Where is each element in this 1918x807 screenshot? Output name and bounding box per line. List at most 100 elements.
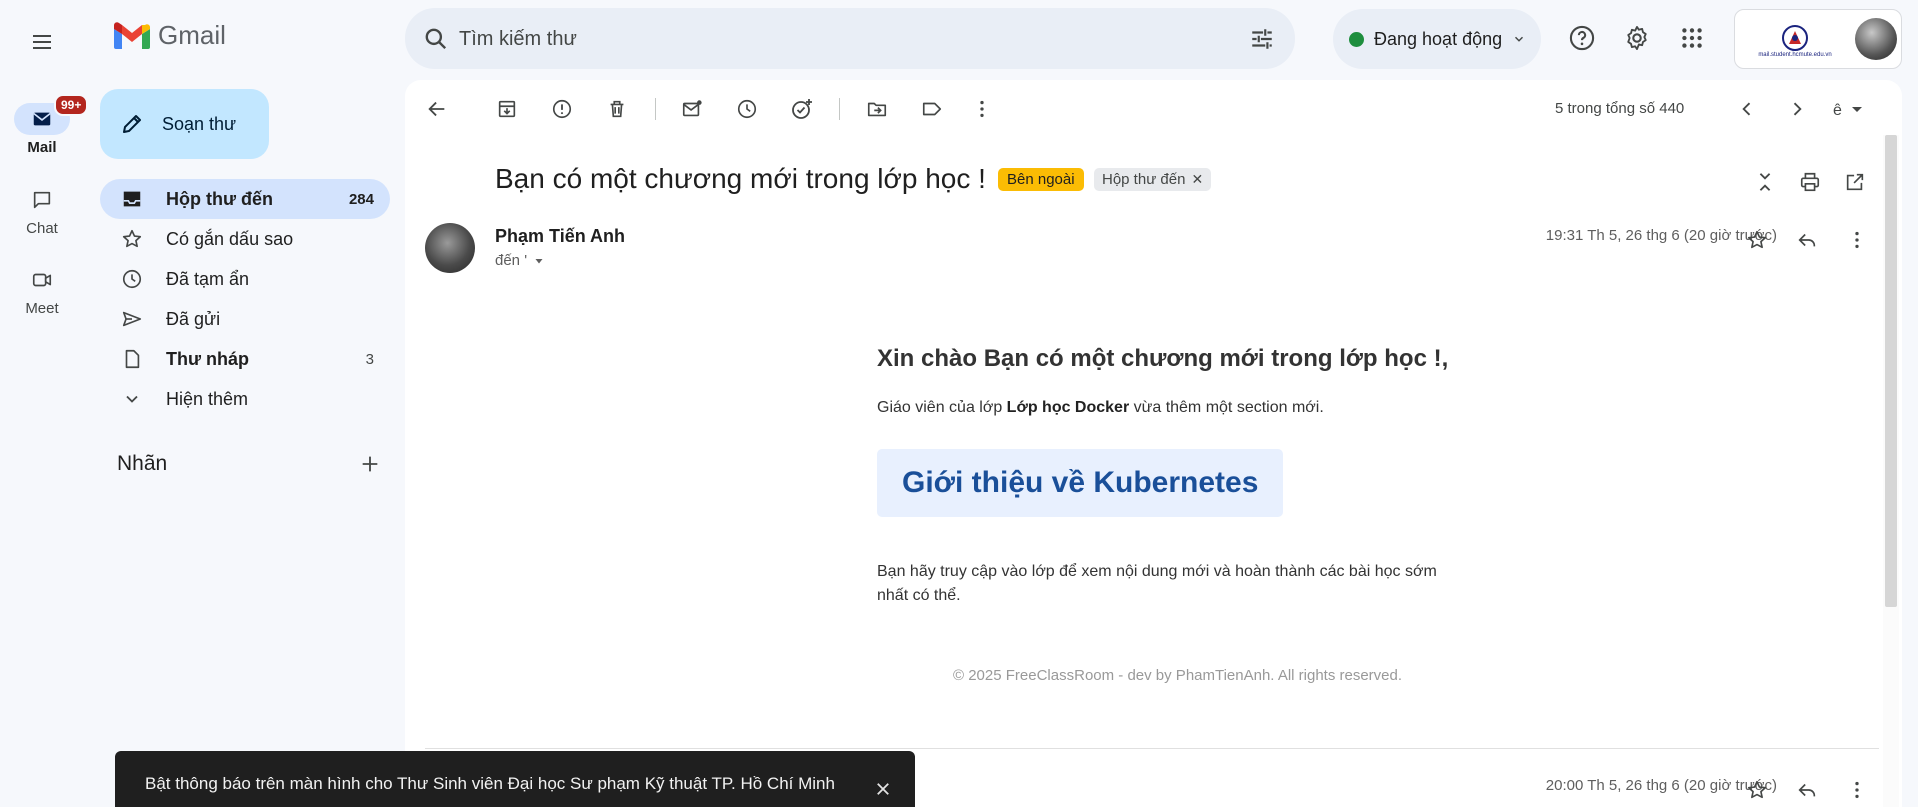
star-button[interactable] xyxy=(1737,220,1777,260)
add-label-icon[interactable] xyxy=(359,453,381,475)
toast-text: Bật thông báo trên màn hình cho Thư Sinh… xyxy=(145,774,835,793)
mark-unread-button[interactable] xyxy=(672,89,712,129)
more-vert-icon xyxy=(980,100,984,118)
star-icon xyxy=(1747,780,1767,799)
nav-item-drafts[interactable]: Thư nháp 3 xyxy=(100,339,390,379)
apps-button[interactable] xyxy=(1672,18,1712,58)
rail-item-chat[interactable]: Chat xyxy=(0,184,84,237)
videocam-icon xyxy=(32,273,52,287)
close-icon xyxy=(877,783,889,795)
compose-button[interactable]: Soạn thư xyxy=(100,89,269,159)
status-label: Đang hoạt động xyxy=(1374,28,1503,49)
add-to-tasks-button[interactable] xyxy=(782,89,822,129)
chat-icon xyxy=(33,191,51,209)
older-button[interactable] xyxy=(1777,89,1817,129)
message-view: 5 trong tổng số 440 ê Bạn có một chương … xyxy=(405,80,1902,807)
app-rail: 99+ Mail Chat Meet xyxy=(0,0,89,807)
remove-label-icon[interactable]: ✕ xyxy=(1191,171,1203,188)
search-options-icon[interactable] xyxy=(1249,26,1275,52)
message-more-button[interactable] xyxy=(1837,220,1877,260)
support-button[interactable] xyxy=(1562,18,1602,58)
email-note: Bạn hãy truy cập vào lớp để xem nội dung… xyxy=(877,563,1437,604)
account-avatar[interactable] xyxy=(1855,18,1897,60)
pencil-icon xyxy=(123,115,141,133)
unread-badge: 99+ xyxy=(54,94,89,116)
snooze-button[interactable] xyxy=(727,89,767,129)
organization-logo: mail.student.hcmute.edu.vn xyxy=(1747,18,1843,64)
email-subject: Bạn có một chương mới trong lớp học ! xyxy=(495,163,986,194)
status-selector[interactable]: Đang hoạt động xyxy=(1333,9,1541,69)
more-vert-icon xyxy=(1855,231,1859,249)
toast-close-button[interactable] xyxy=(865,771,901,807)
recipient-line[interactable]: đến ' xyxy=(495,252,545,269)
reply-button[interactable] xyxy=(1787,770,1827,807)
chapter-title-block[interactable]: Giới thiệu về Kubernetes xyxy=(877,449,1284,517)
email-intro: Giáo viên của lớp Lớp học Docker vừa thê… xyxy=(877,399,1324,416)
nav-count: 3 xyxy=(365,350,374,368)
search-icon[interactable] xyxy=(423,26,449,52)
rail-item-meet[interactable]: Meet xyxy=(0,264,84,317)
sender-name[interactable]: Phạm Tiến Anh xyxy=(495,226,625,247)
chevron-down-icon xyxy=(1515,36,1524,42)
org-logo-text: mail.student.hcmute.edu.vn xyxy=(1758,52,1832,58)
details-dropdown-icon xyxy=(535,258,543,263)
labels-button[interactable] xyxy=(912,89,952,129)
inbox-tag-label: Hộp thư đến xyxy=(1102,171,1186,188)
unfold-less-icon xyxy=(1759,173,1771,191)
print-button[interactable] xyxy=(1790,162,1830,202)
message-actions xyxy=(1737,220,1877,260)
rail-item-mail[interactable]: 99+ Mail xyxy=(0,94,89,156)
reply-icon xyxy=(1798,233,1816,247)
gmail-logo[interactable]: Gmail xyxy=(112,20,226,51)
back-button[interactable] xyxy=(417,89,457,129)
mark-unread-icon xyxy=(682,100,702,117)
archive-button[interactable] xyxy=(487,89,527,129)
nav-item-inbox[interactable]: Hộp thư đến 284 xyxy=(100,179,390,219)
app-name: Gmail xyxy=(158,20,226,50)
settings-button[interactable] xyxy=(1617,18,1657,58)
collapse-all-button[interactable] xyxy=(1745,162,1785,202)
message-more-button[interactable] xyxy=(1837,770,1877,807)
gear-icon xyxy=(1627,25,1647,51)
chevron-down-icon xyxy=(126,395,138,403)
external-tag: Bên ngoài xyxy=(998,168,1084,191)
send-icon xyxy=(122,311,142,327)
reply-button[interactable] xyxy=(1787,220,1827,260)
delete-button[interactable] xyxy=(597,89,637,129)
scrollbar-thumb[interactable] xyxy=(1885,135,1897,607)
nav-label: Có gắn dấu sao xyxy=(166,228,294,249)
nav-item-starred[interactable]: Có gắn dấu sao xyxy=(100,219,390,259)
nav-count: 284 xyxy=(348,190,374,208)
main-menu-button[interactable] xyxy=(22,22,62,62)
move-folder-icon xyxy=(867,102,887,117)
inbox-tag: Hộp thư đến ✕ xyxy=(1094,168,1212,191)
trash-icon xyxy=(610,100,624,118)
open-new-window-button[interactable] xyxy=(1835,162,1875,202)
label-icon xyxy=(922,102,942,116)
recipient-text: đến ' xyxy=(495,252,528,269)
nav-item-snoozed[interactable]: Đã tạm ẩn xyxy=(100,259,390,299)
sender-avatar[interactable] xyxy=(425,223,475,273)
star-button[interactable] xyxy=(1737,770,1777,807)
mail-icon xyxy=(33,112,51,126)
class-name: Lớp học Docker xyxy=(1006,399,1130,416)
pager-text: 5 trong tổng số 440 xyxy=(1555,100,1685,117)
search-input[interactable] xyxy=(459,22,1219,56)
move-to-button[interactable] xyxy=(857,89,897,129)
nav-label: Hiện thêm xyxy=(166,388,249,409)
rail-label-chat: Chat xyxy=(26,220,58,237)
input-tools-button[interactable]: ê xyxy=(1823,89,1875,129)
nav-item-sent[interactable]: Đã gửi xyxy=(100,299,390,339)
account-switcher[interactable]: mail.student.hcmute.edu.vn xyxy=(1734,9,1902,69)
nav-item-more[interactable]: Hiện thêm xyxy=(100,379,390,419)
more-vert-icon xyxy=(1855,781,1859,799)
university-emblem-icon xyxy=(1782,25,1808,51)
newer-button[interactable] xyxy=(1727,89,1767,129)
report-spam-button[interactable] xyxy=(542,89,582,129)
report-icon xyxy=(552,99,572,119)
rail-label-mail: Mail xyxy=(27,139,57,156)
nav-label: Đã gửi xyxy=(166,308,221,329)
more-options-button[interactable] xyxy=(962,89,1002,129)
nav-label: Thư nháp xyxy=(166,348,250,369)
notification-toast: Bật thông báo trên màn hình cho Thư Sinh… xyxy=(115,751,915,807)
